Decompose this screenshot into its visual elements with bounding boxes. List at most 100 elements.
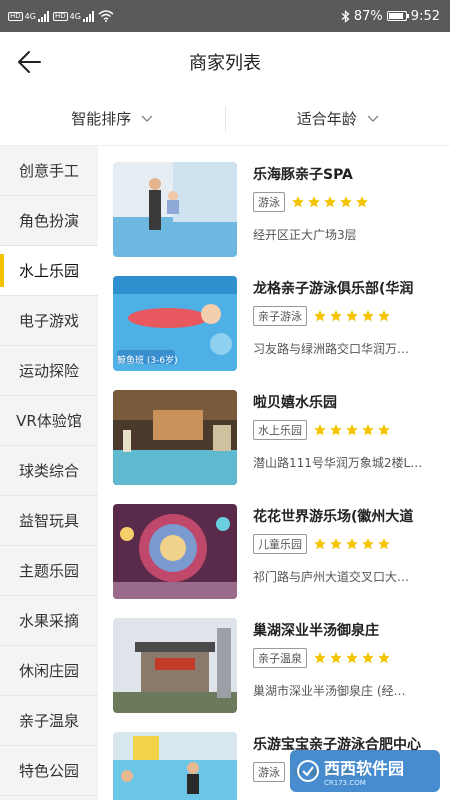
- star-icon: [378, 310, 390, 322]
- sidebar-item-educational-toys[interactable]: 益智玩具: [0, 496, 98, 546]
- category-tag: 亲子温泉: [253, 648, 307, 668]
- age-filter-dropdown[interactable]: 适合年龄: [226, 108, 450, 129]
- sim2-network-label: 4G: [69, 11, 81, 21]
- chevron-down-icon: [367, 115, 379, 122]
- sidebar-item-fruit-picking[interactable]: 水果采摘: [0, 596, 98, 646]
- merchant-card[interactable]: 乐海豚亲子SPA 游泳 经开区正大广场3层: [98, 146, 450, 260]
- category-tag: 游泳: [253, 762, 285, 782]
- category-tag: 儿童乐园: [253, 534, 307, 554]
- star-icon: [330, 424, 342, 436]
- star-icon: [330, 538, 342, 550]
- sidebar-item-label: 运动探险: [18, 362, 79, 380]
- star-icon: [346, 652, 358, 664]
- merchant-card[interactable]: 花花世界游乐场(徽州大道 儿童乐园 祁门路与庐州大道交叉口大…: [98, 488, 450, 602]
- sidebar-item-label: 亲子温泉: [18, 712, 79, 730]
- sidebar-item-video-games[interactable]: 电子游戏: [0, 296, 98, 346]
- watermark-logo-text: 西西软件园: [324, 759, 405, 778]
- sidebar-item-vr[interactable]: VR体验馆: [0, 396, 98, 446]
- merchant-card[interactable]: 啦贝嬉水乐园 水上乐园 潜山路111号华润万象城2楼L…: [98, 374, 450, 488]
- watermark-text: 西西软件园 CR173.COM: [324, 755, 404, 787]
- merchant-photo: [113, 618, 237, 713]
- merchant-name: 花花世界游乐场(徽州大道: [253, 509, 414, 525]
- star-icon: [362, 310, 374, 322]
- star-icon: [362, 538, 374, 550]
- star-rating: [291, 195, 369, 209]
- age-filter-label: 适合年龄: [296, 110, 357, 128]
- sidebar-item-water-park[interactable]: 水上乐园: [0, 246, 98, 296]
- page-title: 商家列表: [189, 53, 261, 74]
- merchant-name: 巢湖深业半汤御泉庄: [253, 623, 379, 639]
- merchant-address: 习友路与绿洲路交口华润万…: [253, 342, 410, 356]
- star-rating: [313, 423, 391, 437]
- star-icon: [314, 310, 326, 322]
- sort-filter-dropdown[interactable]: 智能排序: [0, 108, 225, 129]
- merchant-meta: 亲子游泳: [253, 306, 391, 326]
- signal-icon: [37, 10, 49, 22]
- star-rating: [313, 537, 391, 551]
- sidebar-item-creative-crafts[interactable]: 创意手工: [0, 146, 98, 196]
- star-icon: [340, 196, 352, 208]
- sidebar-item-label: VR体验馆: [16, 412, 82, 430]
- chevron-down-icon: [141, 115, 153, 122]
- sidebar-item-hot-spring[interactable]: 亲子温泉: [0, 696, 98, 746]
- sidebar-item-label: 主题乐园: [18, 562, 79, 580]
- sim2-hd-label: HD: [52, 11, 68, 21]
- sort-filter-label: 智能排序: [71, 110, 132, 128]
- merchant-card[interactable]: 巢湖深业半汤御泉庄 亲子温泉 巢湖市深业半汤御泉庄 (经…: [98, 602, 450, 716]
- sidebar-item-sports-adventure[interactable]: 运动探险: [0, 346, 98, 396]
- sidebar-item-label: 角色扮演: [18, 212, 79, 230]
- star-icon: [378, 538, 390, 550]
- merchant-photo: [113, 732, 237, 800]
- category-tag: 水上乐园: [253, 420, 307, 440]
- sidebar-item-role-play[interactable]: 角色扮演: [0, 196, 98, 246]
- star-icon: [362, 424, 374, 436]
- watermark-logo-icon: [297, 760, 319, 782]
- status-right: 87% 9:52: [341, 9, 440, 24]
- filter-bar: 智能排序 适合年龄: [0, 92, 450, 146]
- sidebar-item-label: 休闲庄园: [18, 662, 79, 680]
- category-tag: 游泳: [253, 192, 285, 212]
- merchant-meta: 儿童乐园: [253, 534, 391, 554]
- sidebar-item-label: 球类综合: [18, 462, 79, 480]
- category-sidebar: 创意手工 角色扮演 水上乐园 电子游戏 运动探险 VR体验馆 球类综合 益智玩具…: [0, 146, 98, 800]
- sidebar-item-theme-park[interactable]: 主题乐园: [0, 546, 98, 596]
- merchant-address: 经开区正大广场3层: [253, 228, 357, 242]
- merchant-card[interactable]: 鲸鱼班 (3-6岁) 龙格亲子游泳俱乐部(华润 亲子游泳 习友路与绿洲路交口华润…: [98, 260, 450, 374]
- merchant-list: 乐海豚亲子SPA 游泳 经开区正大广场3层 鲸鱼班 (3-6岁) 龙格亲子游泳俱…: [98, 146, 450, 800]
- category-tag: 亲子游泳: [253, 306, 307, 326]
- star-icon: [330, 652, 342, 664]
- star-icon: [346, 424, 358, 436]
- star-icon: [314, 538, 326, 550]
- merchant-name: 啦贝嬉水乐园: [253, 395, 337, 411]
- sim1-hd-label: HD: [8, 11, 23, 21]
- sidebar-item-ball-sports[interactable]: 球类综合: [0, 446, 98, 496]
- star-icon: [356, 196, 368, 208]
- sidebar-item-label: 特色公园: [18, 762, 79, 780]
- merchant-meta: 水上乐园: [253, 420, 391, 440]
- sidebar-item-label: 创意手工: [18, 162, 79, 180]
- star-icon: [346, 538, 358, 550]
- photo-caption: 鲸鱼班 (3-6岁): [117, 356, 178, 366]
- sidebar-item-label: 水果采摘: [18, 612, 79, 630]
- star-rating: [313, 651, 391, 665]
- merchant-photo: [113, 390, 237, 485]
- wifi-icon: [98, 10, 114, 22]
- battery-level-fill: [388, 13, 403, 19]
- merchant-photo: [113, 162, 237, 257]
- sidebar-item-leisure-manor[interactable]: 休闲庄园: [0, 646, 98, 696]
- sidebar-item-featured-park[interactable]: 特色公园: [0, 746, 98, 796]
- status-bar: HD 4G HD 4G 87% 9:52: [0, 0, 450, 32]
- star-icon: [330, 310, 342, 322]
- merchant-address: 巢湖市深业半汤御泉庄 (经…: [253, 684, 406, 698]
- star-icon: [314, 424, 326, 436]
- star-icon: [378, 424, 390, 436]
- star-icon: [378, 652, 390, 664]
- star-icon: [362, 652, 374, 664]
- sim2-signal: HD 4G: [52, 10, 94, 22]
- sidebar-item-label: 电子游戏: [18, 312, 79, 330]
- bluetooth-icon: [341, 9, 350, 23]
- merchant-name: 龙格亲子游泳俱乐部(华润: [253, 281, 414, 297]
- back-arrow-icon[interactable]: [14, 46, 46, 78]
- sidebar-item-label: 水上乐园: [18, 262, 79, 280]
- merchant-address: 祁门路与庐州大道交叉口大…: [253, 570, 410, 584]
